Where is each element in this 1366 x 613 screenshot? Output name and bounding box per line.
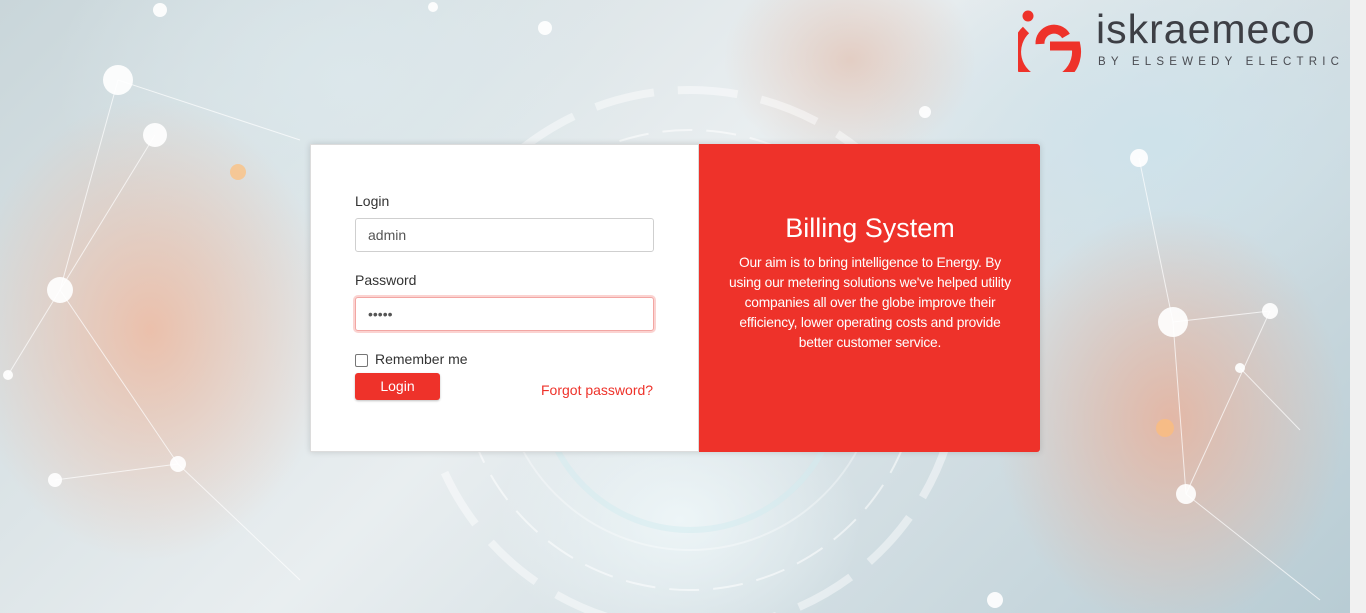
brand-logo: iskraemeco BY ELSEWEDY ELECTRIC [1018, 6, 1348, 74]
brand-tagline: BY ELSEWEDY ELECTRIC [1098, 56, 1345, 68]
login-label: Login [355, 193, 390, 209]
iskraemeco-logo-icon [1018, 10, 1082, 72]
brand-name: iskraemeco [1096, 6, 1316, 52]
password-input[interactable] [355, 297, 654, 331]
login-button[interactable]: Login [355, 373, 440, 400]
login-card: Login Password Remember me Login Forgot … [310, 144, 1040, 452]
info-title: Billing System [785, 213, 955, 243]
remember-me-checkbox[interactable] [355, 354, 368, 367]
remember-me-label[interactable]: Remember me [375, 351, 468, 367]
password-label: Password [355, 272, 417, 288]
page-scrollbar[interactable] [1350, 0, 1366, 613]
login-input[interactable] [355, 218, 654, 252]
forgot-password-link[interactable]: Forgot password? [541, 382, 653, 398]
login-form-panel: Login Password Remember me Login Forgot … [310, 144, 700, 452]
info-description: Our aim is to bring intelligence to Ener… [728, 255, 1011, 350]
info-panel: Billing System Our aim is to bring intel… [699, 144, 1040, 452]
